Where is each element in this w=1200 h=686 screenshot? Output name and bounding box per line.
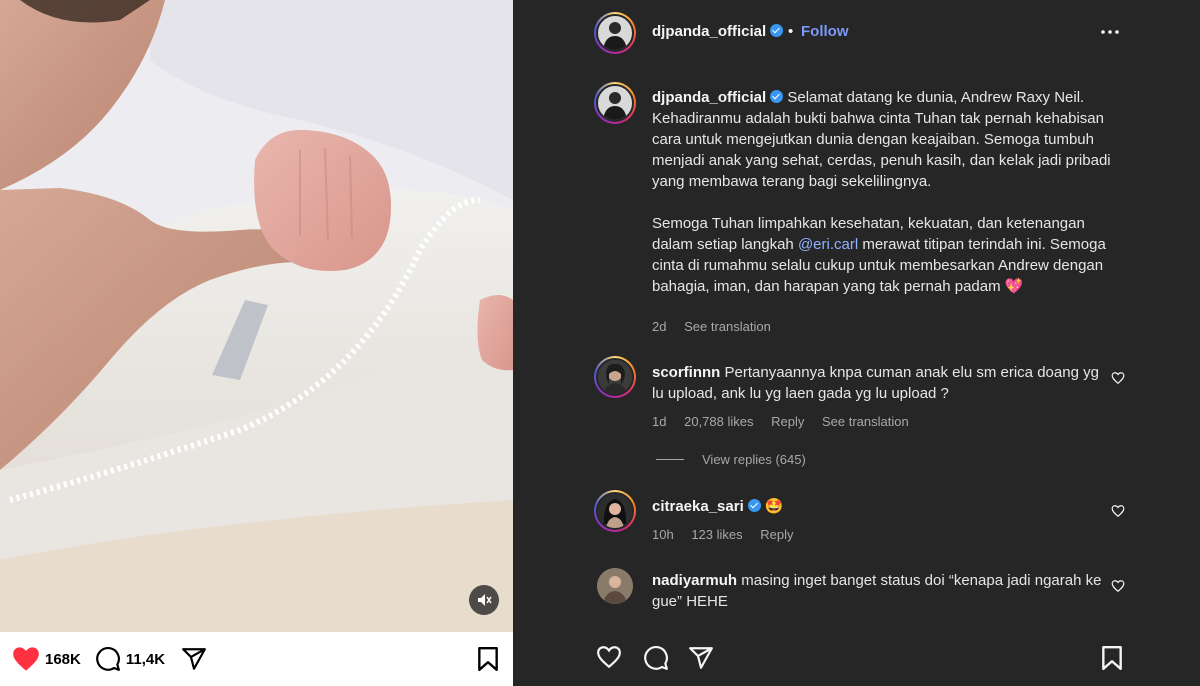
comment-icon[interactable] xyxy=(643,645,669,671)
caption-meta: 2d See translation xyxy=(652,319,785,334)
username-text[interactable]: djpanda_official xyxy=(652,23,766,40)
heart-outline-icon[interactable] xyxy=(1111,371,1125,385)
comment-see-translation[interactable]: See translation xyxy=(822,414,909,429)
like-heart-icon[interactable] xyxy=(596,645,622,669)
comment-meta: 1d 20,788 likes Reply See translation xyxy=(652,414,923,429)
comment-reply-button[interactable]: Reply xyxy=(760,527,793,542)
replies-divider xyxy=(656,459,684,460)
comment-likes[interactable]: 123 likes xyxy=(691,527,742,542)
comment-reply-button[interactable]: Reply xyxy=(771,414,804,429)
post-photo[interactable] xyxy=(0,0,513,632)
author-avatar[interactable] xyxy=(594,12,636,54)
author-username[interactable]: djpanda_official xyxy=(652,23,784,41)
media-comment-button[interactable]: 11,4K xyxy=(95,646,165,672)
follow-button[interactable]: Follow xyxy=(801,23,849,40)
comment-icon xyxy=(96,647,120,671)
heart-outline-icon[interactable] xyxy=(1111,504,1125,518)
bookmark-icon xyxy=(478,646,498,672)
verified-icon xyxy=(770,90,784,103)
comment-time: 10h xyxy=(652,527,674,542)
mention-link[interactable]: @eri.carl xyxy=(798,236,858,253)
verified-icon xyxy=(747,499,761,512)
view-replies-button[interactable]: View replies (645) xyxy=(656,452,806,467)
likes-count: 168K xyxy=(45,650,81,668)
commenter-username[interactable]: citraeka_sari xyxy=(652,498,744,515)
share-icon xyxy=(182,648,206,670)
more-options-icon[interactable] xyxy=(1100,22,1120,42)
comments-panel: djpanda_official • Follow djpanda_offici… xyxy=(513,0,1200,686)
caption-time: 2d xyxy=(652,319,667,334)
commenter-username[interactable]: scorfinnn xyxy=(652,364,720,381)
heart-outline-icon[interactable] xyxy=(1111,579,1125,593)
avatar-person-icon xyxy=(603,92,627,120)
comment-meta: 10h 123 likes Reply xyxy=(652,527,808,542)
heart-emoji: 💖 xyxy=(1004,278,1024,295)
view-replies-label: View replies (645) xyxy=(702,452,806,467)
caption-text: djpanda_official Selamat datang ke dunia… xyxy=(652,87,1112,297)
comment-content: 🤩 xyxy=(764,498,784,515)
commenter-avatar[interactable] xyxy=(597,568,633,604)
bookmark-icon[interactable] xyxy=(1101,645,1123,671)
comment-time: 1d xyxy=(652,414,667,429)
comment-content: Pertanyaannya knpa cuman anak elu sm eri… xyxy=(652,364,1099,402)
caption-username[interactable]: djpanda_official xyxy=(652,89,766,106)
comments-count: 11,4K xyxy=(125,650,166,668)
avatar-person-icon xyxy=(598,494,632,528)
media-panel: 168K 11,4K xyxy=(0,0,513,686)
speaker-muted-icon xyxy=(478,594,492,606)
commenter-avatar[interactable] xyxy=(594,356,636,398)
media-like-button[interactable]: 168K xyxy=(12,646,81,672)
avatar-person-icon xyxy=(603,22,627,50)
photo-illustration xyxy=(0,0,513,632)
post-action-bar xyxy=(513,626,1200,686)
mute-button[interactable] xyxy=(469,585,499,615)
media-share-button[interactable] xyxy=(181,646,207,672)
media-action-bar: 168K 11,4K xyxy=(0,632,513,686)
avatar-person-icon xyxy=(597,568,633,604)
caption-see-translation[interactable]: See translation xyxy=(684,319,771,334)
commenter-avatar[interactable] xyxy=(594,490,636,532)
separator-dot: • xyxy=(788,23,794,40)
comment-likes[interactable]: 20,788 likes xyxy=(684,414,753,429)
avatar-person-icon xyxy=(598,360,632,394)
comment-text: nadiyarmuh masing inget banget status do… xyxy=(652,570,1112,612)
share-icon[interactable] xyxy=(688,645,714,671)
commenter-username[interactable]: nadiyarmuh xyxy=(652,572,737,589)
media-bookmark-button[interactable] xyxy=(477,646,499,677)
heart-filled-icon xyxy=(13,647,39,671)
comment-text: citraeka_sari 🤩 xyxy=(652,496,1112,517)
post-header: djpanda_official • Follow xyxy=(513,0,1200,64)
verified-icon xyxy=(770,24,784,37)
comment-text: scorfinnn Pertanyaannya knpa cuman anak … xyxy=(652,362,1112,404)
caption-avatar[interactable] xyxy=(594,82,636,124)
